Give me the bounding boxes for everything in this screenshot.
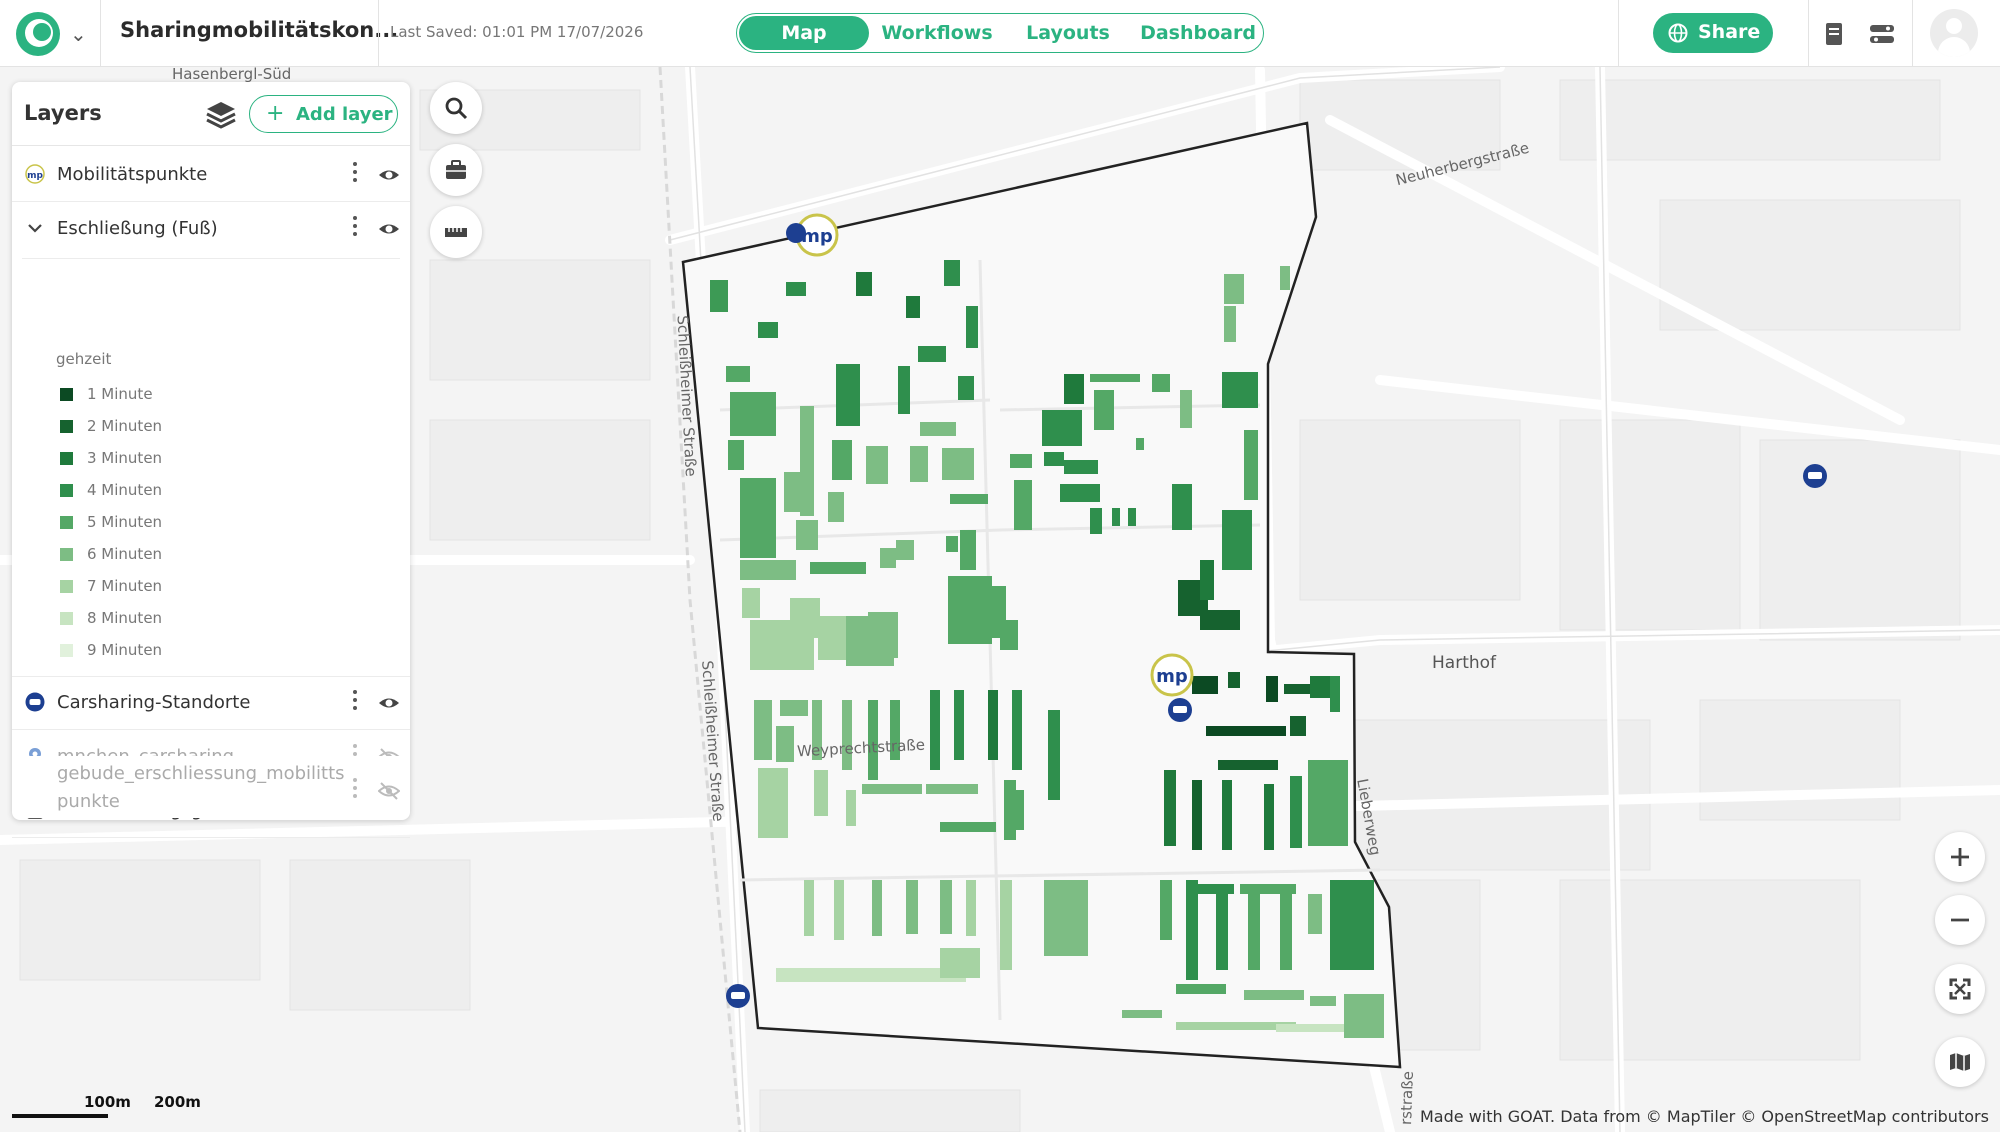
street-label: rstraße — [1397, 1070, 1417, 1126]
avatar[interactable] — [1930, 9, 1978, 57]
layers-panel: Layers + Add layer mp Mobilitätspunkte E… — [12, 82, 410, 838]
list-settings-icon[interactable] — [1866, 18, 1898, 50]
eye-icon[interactable] — [378, 692, 400, 714]
layers-panel-header: Layers + Add layer — [12, 82, 410, 146]
plus-icon — [1951, 848, 1969, 866]
fullscreen-button[interactable] — [1935, 964, 1985, 1014]
basemap-button[interactable] — [1935, 1037, 1985, 1087]
eye-icon[interactable] — [378, 164, 400, 186]
layer-row-erschliessung[interactable]: Eschließung (Fuß) — [12, 202, 410, 256]
more-options-icon[interactable] — [352, 690, 358, 712]
add-layer-button[interactable]: + Add layer — [249, 95, 398, 133]
layer-name: Eschließung (Fuß) — [57, 218, 218, 239]
zoom-out-button[interactable] — [1935, 895, 1985, 945]
district-label: Hasenbergl-Süd — [172, 67, 292, 83]
mp-logo-icon: mp — [25, 164, 45, 184]
minus-icon — [1951, 918, 1969, 922]
more-options-icon[interactable] — [352, 216, 358, 238]
notebook-icon[interactable] — [1818, 18, 1850, 50]
layers-stack-icon[interactable] — [204, 98, 238, 132]
measure-button[interactable] — [430, 206, 482, 258]
carsharing-icon — [25, 692, 45, 712]
svg-text:mp: mp — [1156, 666, 1188, 687]
zoom-in-button[interactable] — [1935, 832, 1985, 882]
plus-icon: + — [266, 101, 285, 126]
tab-workflows[interactable]: Workflows — [872, 16, 1002, 50]
map-attribution: Made with GOAT. Data from © MapTiler © O… — [1420, 1107, 1989, 1126]
svg-text:mp: mp — [801, 226, 833, 247]
last-saved-text: Last Saved: 01:01 PM 17/07/2026 — [390, 23, 644, 41]
top-bar: ⌄ Sharingmobilitätskon... Last Saved: 01… — [0, 0, 2000, 67]
view-tabs: Map Workflows Layouts Dashboard — [736, 13, 1264, 53]
chevron-down-icon[interactable]: ⌄ — [70, 22, 87, 46]
ruler-icon — [445, 228, 467, 237]
share-label: Share — [1698, 21, 1761, 43]
more-options-icon[interactable] — [352, 778, 358, 800]
eye-off-icon[interactable] — [378, 780, 400, 802]
app-logo[interactable] — [16, 12, 60, 56]
chevron-down-icon[interactable] — [25, 218, 45, 238]
layers-title: Layers — [24, 101, 102, 125]
share-button[interactable]: Share — [1653, 13, 1773, 53]
layer-row-gebude-erschliessung[interactable]: gebude_erschliessung_mobilitts punkte — [12, 756, 410, 818]
layer-row-mobilitaetspunkte[interactable]: mp Mobilitätspunkte — [12, 148, 410, 202]
tab-map[interactable]: Map — [739, 16, 869, 50]
layer-name: gebude_erschliessung_mobilitts punkte — [57, 763, 345, 812]
more-options-icon[interactable] — [352, 162, 358, 184]
layer-row-carsharing-standorte[interactable]: Carsharing-Standorte — [12, 676, 410, 730]
globe-icon — [1668, 23, 1688, 43]
app-root: mp mp Neuherbergstraße Schleißheimer Str… — [0, 0, 2000, 1132]
project-title[interactable]: Sharingmobilitätskon... — [120, 18, 398, 42]
tab-dashboard[interactable]: Dashboard — [1134, 16, 1262, 50]
layer-name: Carsharing-Standorte — [57, 692, 251, 713]
legend-field-label: gehzeit — [56, 350, 112, 368]
toolbox-button[interactable] — [430, 144, 482, 196]
place-label: Harthof — [1432, 653, 1497, 673]
tab-layouts[interactable]: Layouts — [1005, 16, 1131, 50]
map-icon — [1950, 1053, 1970, 1071]
fullscreen-icon — [1949, 978, 1971, 1000]
toolbox-icon — [446, 160, 466, 179]
layer-name: Mobilitätspunkte — [57, 164, 208, 185]
search-icon — [445, 97, 468, 120]
mobility-point-marker[interactable]: mp — [1150, 653, 1194, 697]
eye-icon[interactable] — [378, 218, 400, 240]
search-button[interactable] — [430, 82, 482, 134]
svg-text:mp: mp — [27, 171, 43, 181]
